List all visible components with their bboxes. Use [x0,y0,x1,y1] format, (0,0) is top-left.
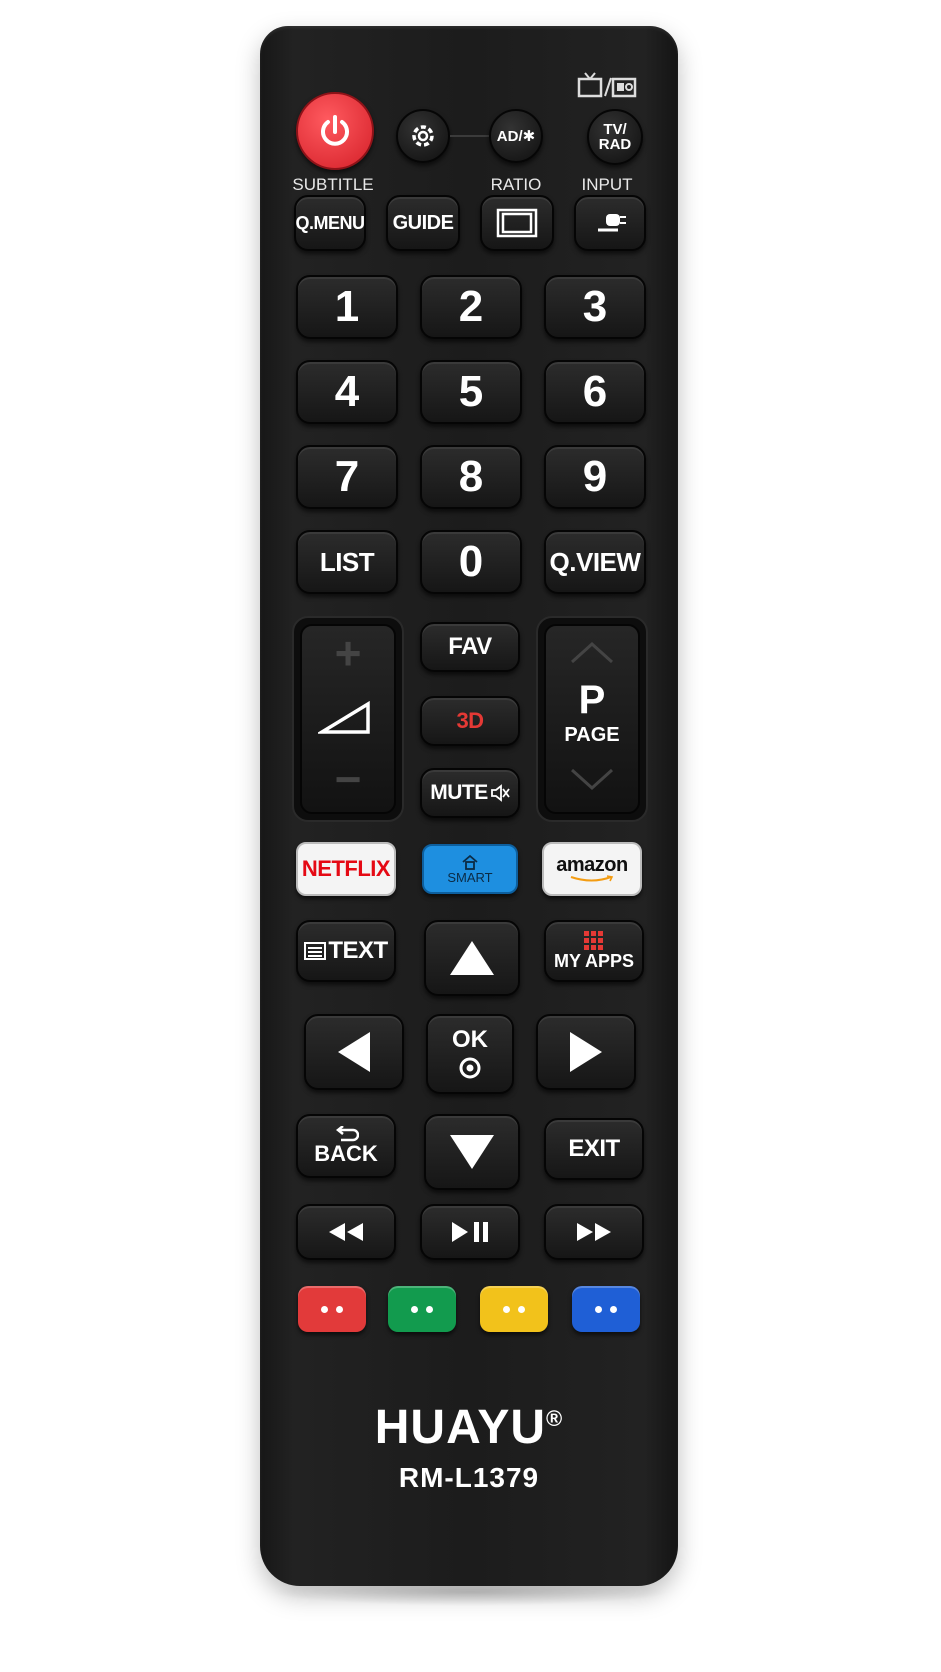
list-button[interactable]: LIST [296,530,398,594]
dot-icon [610,1305,617,1313]
power-icon [321,115,349,146]
exit-button[interactable]: EXIT [544,1118,644,1180]
ratio-label: RATIO [490,175,542,194]
up-button[interactable] [424,920,520,996]
home-icon [462,854,478,870]
back-button[interactable]: BACK [296,1114,396,1178]
input-button[interactable] [574,195,646,251]
green-button[interactable] [388,1286,456,1332]
power-button[interactable] [296,92,374,170]
fast-forward-button[interactable] [544,1204,644,1260]
guide-button[interactable]: GUIDE [386,195,460,251]
registered-mark: ® [546,1406,564,1431]
arrow-down-icon [450,1135,494,1169]
digit-7-button[interactable]: 7 [296,445,398,509]
qmenu-button[interactable]: Q.MENU [294,195,366,251]
page-label: PAGE [564,724,620,746]
ad-button[interactable]: AD/✱ [489,109,543,163]
teletext-icon [304,942,327,960]
mute-label: MUTE [430,781,488,804]
ok-button[interactable]: OK [426,1014,514,1094]
dot-icon [321,1305,328,1313]
rewind-button[interactable] [296,1204,396,1260]
myapps-label: MY APPS [553,950,635,971]
digit-3-button[interactable]: 3 [544,275,646,339]
subtitle-label: SUBTITLE [292,175,374,194]
input-icon [598,214,626,232]
back-arrow-icon [335,1126,359,1142]
play-pause-button[interactable] [420,1204,520,1260]
dot-icon [503,1305,510,1313]
left-button[interactable] [304,1014,404,1090]
red-button[interactable] [298,1286,366,1332]
page-up-icon [570,641,614,664]
mute-button[interactable]: MUTE [420,768,520,818]
arrow-up-icon [450,941,494,975]
arrow-right-icon [570,1032,602,1072]
ok-circle-icon [459,1057,481,1079]
ok-label: OK [452,1026,488,1053]
ratio-button[interactable] [480,195,554,251]
myapps-button[interactable]: MY APPS [544,920,644,982]
amazon-button[interactable]: amazon [542,842,642,896]
smart-label: SMART [447,869,493,885]
digit-0-button[interactable]: 0 [420,530,522,594]
play-pause-icon [452,1222,488,1242]
tv-radio-icon [577,72,637,98]
smart-button[interactable]: SMART [422,844,518,894]
dot-icon [595,1305,602,1313]
model-number: RM-L1379 [398,1462,540,1493]
right-button[interactable] [536,1014,636,1090]
qview-button[interactable]: Q.VIEW [544,530,646,594]
digit-6-button[interactable]: 6 [544,360,646,424]
ratio-icon [496,208,538,238]
dot-icon [336,1305,343,1313]
brand-name-text: HUAYU [374,1401,547,1454]
dot-icon [518,1305,525,1313]
digit-8-button[interactable]: 8 [420,445,522,509]
settings-button[interactable] [396,109,450,163]
page-p-label: P [578,678,606,722]
yellow-button[interactable] [480,1286,548,1332]
dot-icon [426,1305,433,1313]
text-label: TEXT [328,937,388,964]
connector-line [450,135,490,137]
amazon-logo: amazon [556,854,628,876]
gear-icon [412,125,434,147]
netflix-logo: NETFLIX [301,856,391,881]
netflix-button[interactable]: NETFLIX [296,842,396,896]
dot-icon [411,1305,418,1313]
fav-button[interactable]: FAV [420,622,520,672]
text-button[interactable]: TEXT [296,920,396,982]
volume-icon [318,700,370,734]
3d-button[interactable]: 3D [420,696,520,746]
mute-icon [490,784,510,802]
volume-down-icon: − [334,753,362,805]
brand-name: HUAYU® [260,1400,678,1455]
volume-up-icon: + [334,627,362,679]
input-label: INPUT [581,175,633,194]
digit-5-button[interactable]: 5 [420,360,522,424]
fast-forward-icon [577,1223,611,1241]
digit-9-button[interactable]: 9 [544,445,646,509]
digit-4-button[interactable]: 4 [296,360,398,424]
blue-button[interactable] [572,1286,640,1332]
digit-1-button[interactable]: 1 [296,275,398,339]
page-down-icon [570,768,614,791]
arrow-left-icon [338,1032,370,1072]
back-label: BACK [314,1141,378,1166]
down-button[interactable] [424,1114,520,1190]
digit-2-button[interactable]: 2 [420,275,522,339]
apps-grid-icon [584,930,603,950]
amazon-smile-icon [570,875,614,882]
tv-rad-button[interactable]: TV/ RAD [587,109,643,165]
rewind-icon [329,1223,363,1241]
